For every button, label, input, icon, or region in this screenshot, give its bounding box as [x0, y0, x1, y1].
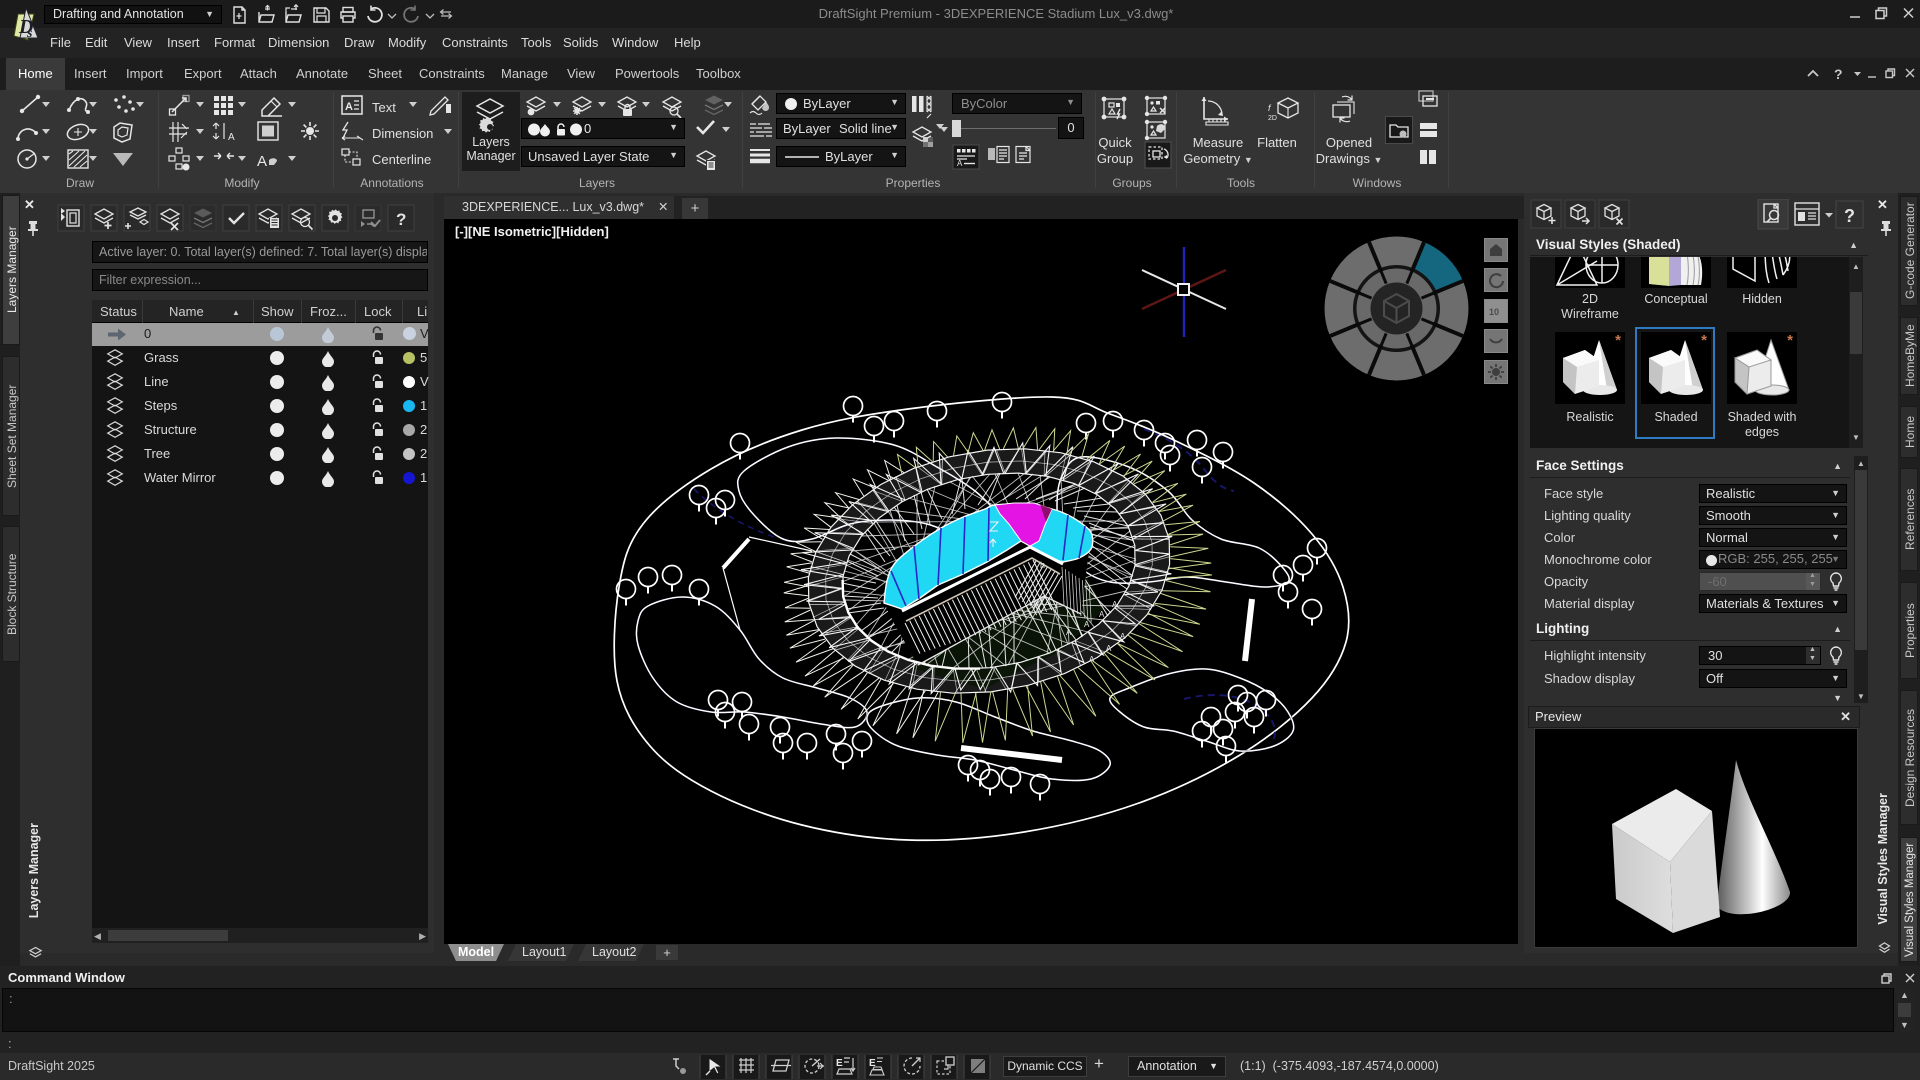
svg-text:?: ? — [1834, 66, 1843, 82]
svg-text:A: A — [1112, 600, 1118, 609]
svg-text:A: A — [345, 101, 353, 113]
svg-text:s: s — [26, 26, 33, 41]
svg-text:10: 10 — [1489, 307, 1499, 317]
svg-text:A: A — [228, 132, 235, 143]
svg-text:A: A — [257, 153, 267, 170]
svg-text:A: A — [1084, 620, 1090, 629]
svg-text:A: A — [1089, 655, 1095, 664]
svg-text:A: A — [1106, 644, 1112, 653]
svg-text:?: ? — [396, 210, 406, 229]
svg-text:A: A — [1099, 610, 1105, 619]
svg-text:E: E — [836, 1058, 843, 1069]
svg-text:f: f — [1268, 103, 1272, 113]
svg-text:A: A — [1120, 632, 1126, 641]
svg-text:A: A — [1066, 628, 1072, 637]
svg-text:?: ? — [1844, 206, 1855, 226]
svg-text:A: A — [957, 159, 963, 168]
svg-text:2D: 2D — [1268, 115, 1277, 122]
svg-text:h: h — [1040, 560, 1045, 570]
